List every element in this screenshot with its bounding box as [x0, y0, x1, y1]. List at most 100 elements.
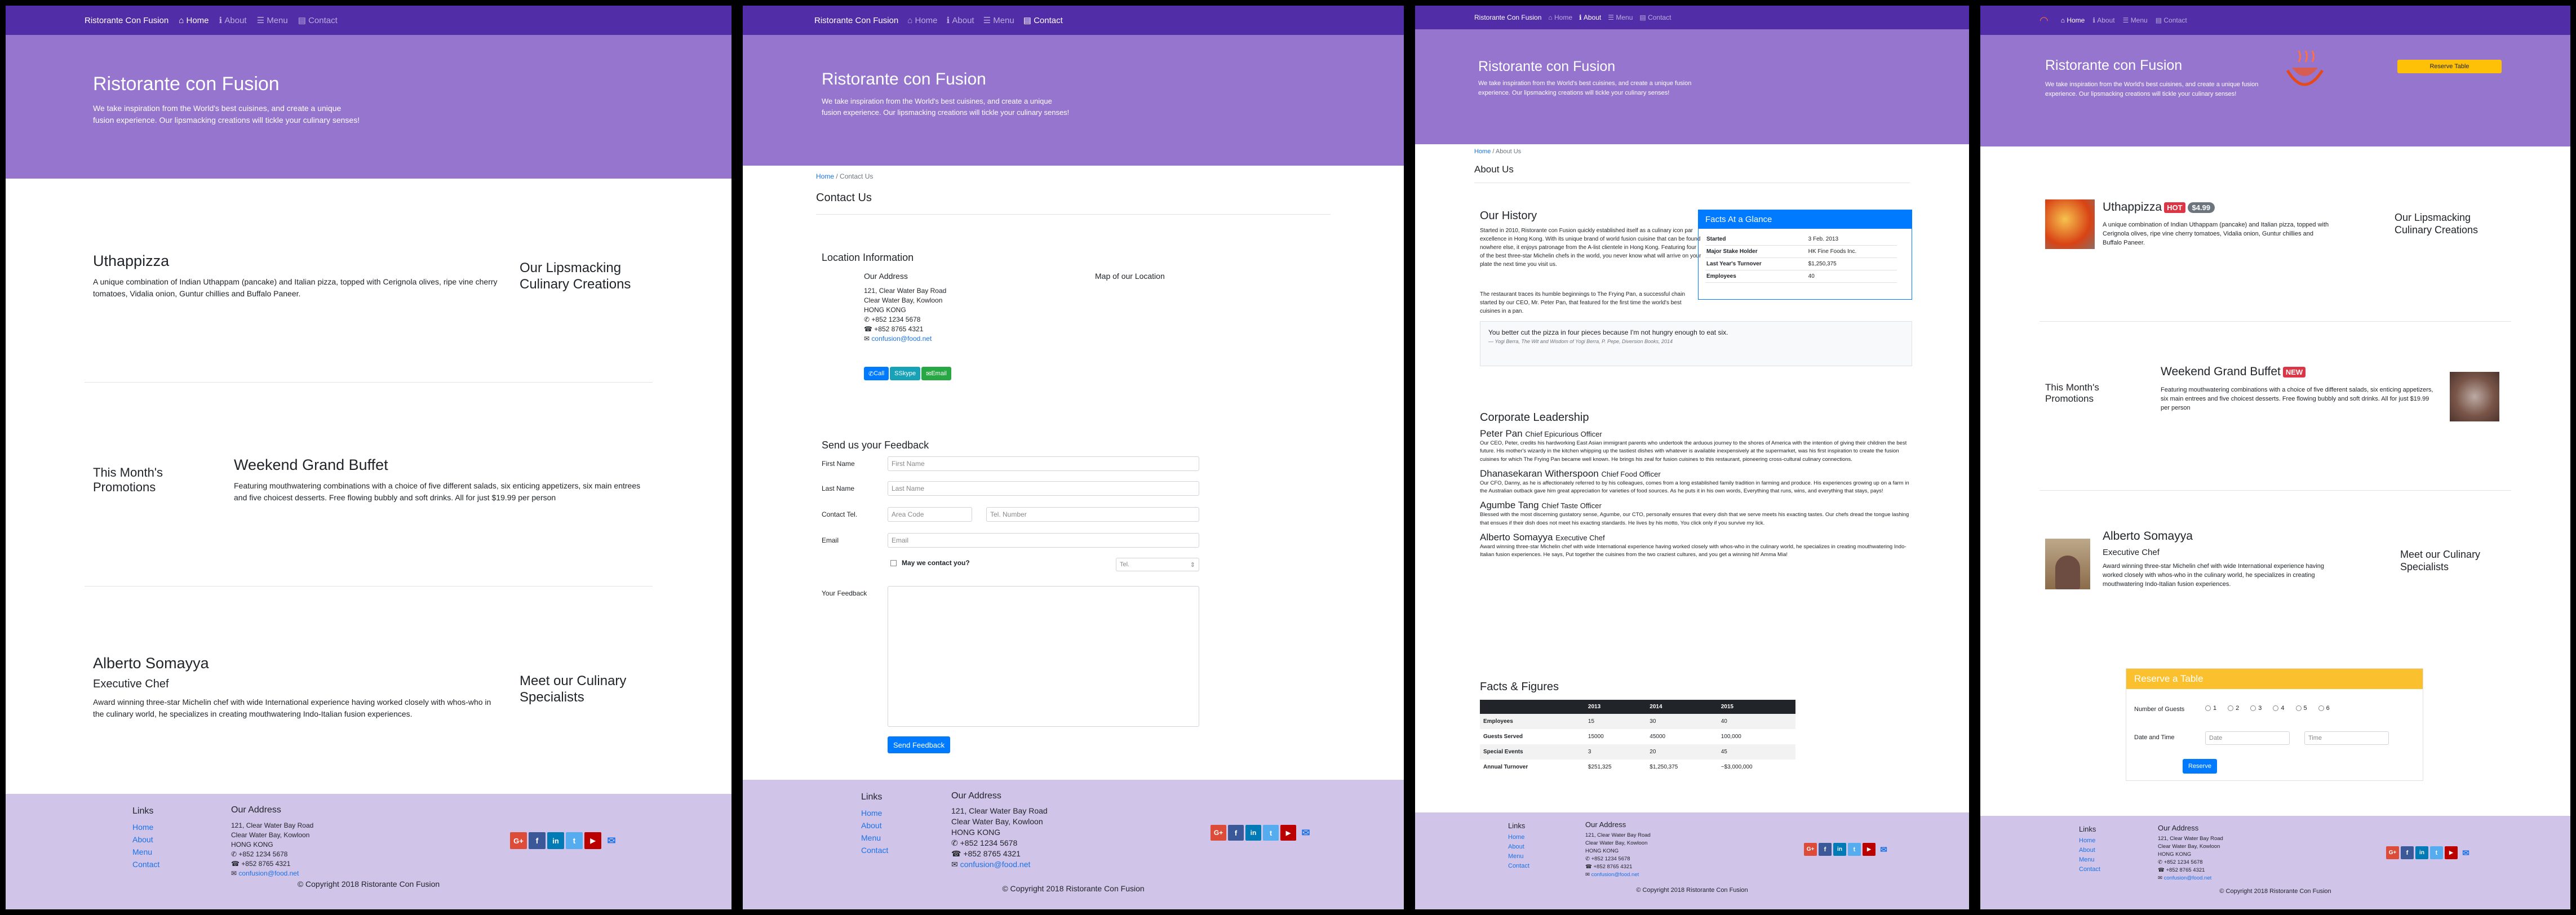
footer-link-home[interactable]: Home — [132, 821, 159, 833]
contact-method-select[interactable]: Tel. ⇕ — [1116, 558, 1199, 571]
may-contact-checkbox[interactable] — [890, 560, 897, 566]
guest-radio-option[interactable]: 1 — [2205, 705, 2216, 712]
footer-email-link[interactable]: confusion@food.net — [2164, 875, 2212, 881]
skype-button[interactable]: S Skype — [890, 367, 921, 380]
radio-circle-icon[interactable] — [2250, 705, 2256, 711]
nav-about[interactable]: ℹ About — [947, 15, 974, 26]
footer-email-link[interactable]: confusion@food.net — [238, 869, 299, 877]
breadcrumb-home[interactable]: Home — [816, 172, 834, 180]
email-button[interactable]: ✉ Email — [921, 367, 951, 380]
facebook-icon[interactable]: f — [1228, 825, 1244, 841]
guest-radio-option[interactable]: 6 — [2318, 705, 2330, 712]
footer-link-home[interactable]: Home — [2079, 836, 2100, 846]
mail-icon[interactable]: ✉ — [1298, 825, 1314, 841]
guest-radio-option[interactable]: 3 — [2250, 705, 2262, 712]
logo-icon[interactable]: ◠ — [2039, 15, 2049, 26]
youtube-icon[interactable]: ▶ — [1863, 843, 1876, 856]
nav-home[interactable]: ⌂ Home — [179, 16, 209, 25]
radio-circle-icon[interactable] — [2295, 705, 2302, 711]
footer-link-about[interactable]: About — [861, 819, 888, 832]
tel-number-input[interactable]: Tel. Number — [986, 507, 1199, 522]
radio-circle-icon[interactable] — [2205, 705, 2211, 711]
facebook-icon[interactable]: f — [2401, 846, 2414, 859]
linkedin-icon[interactable]: in — [2415, 846, 2428, 859]
last-name-input[interactable]: Last Name — [888, 481, 1199, 496]
footer-link-about[interactable]: About — [132, 833, 159, 846]
navbar-brand[interactable]: Ristorante Con Fusion — [1474, 14, 1541, 21]
guest-radio-option[interactable]: 5 — [2295, 705, 2307, 712]
reserve-table-button[interactable]: Reserve Table — [2397, 60, 2502, 73]
nav-contact[interactable]: ▤ Contact — [2156, 16, 2187, 24]
nav-menu[interactable]: ☰ Menu — [1608, 14, 1633, 21]
facts-label: Started — [1706, 236, 1726, 242]
navbar-brand[interactable]: Ristorante Con Fusion — [814, 16, 898, 25]
footer-link-menu[interactable]: Menu — [861, 832, 888, 844]
mail-icon[interactable]: ✉ — [603, 832, 620, 849]
dish-title: Uthappizza — [2103, 201, 2162, 214]
nav-about[interactable]: ℹ About — [2092, 16, 2114, 24]
jumbotron: Ristorante con Fusion We take inspiratio… — [743, 35, 1404, 166]
nav-home[interactable]: ⌂ Home — [2061, 16, 2085, 24]
footer-email-link[interactable]: confusion@food.net — [960, 860, 1031, 869]
nav-menu[interactable]: ☰ Menu — [257, 15, 288, 26]
mail-icon[interactable]: ✉ — [1877, 843, 1890, 856]
footer-link-menu[interactable]: Menu — [2079, 855, 2100, 865]
radio-circle-icon[interactable] — [2273, 705, 2279, 711]
feedback-textarea[interactable] — [888, 586, 1199, 727]
twitter-icon[interactable]: t — [1848, 843, 1861, 856]
google-plus-icon[interactable]: G+ — [1211, 825, 1226, 841]
nav-contact[interactable]: ▤ Contact — [298, 15, 338, 26]
reserve-submit-button[interactable]: Reserve — [2183, 759, 2217, 774]
linkedin-icon[interactable]: in — [1245, 825, 1261, 841]
mail-icon[interactable]: ✉ — [2459, 846, 2472, 859]
footer-links: Home About Menu Contact — [1508, 833, 1529, 871]
footer-link-home[interactable]: Home — [861, 807, 888, 819]
nav-contact[interactable]: ▤ Contact — [1639, 14, 1671, 21]
guest-radio-option[interactable]: 2 — [2228, 705, 2239, 712]
footer-email-link[interactable]: confusion@food.net — [1591, 872, 1639, 878]
youtube-icon[interactable]: ▶ — [1280, 825, 1296, 841]
nav-menu[interactable]: ☰ Menu — [2123, 16, 2148, 24]
linkedin-icon[interactable]: in — [547, 832, 564, 849]
contact-email-link[interactable]: confusion@food.net — [871, 335, 932, 343]
linkedin-icon[interactable]: in — [1833, 843, 1846, 856]
navbar-brand[interactable]: Ristorante Con Fusion — [85, 16, 169, 25]
google-plus-icon[interactable]: G+ — [510, 832, 527, 849]
footer-link-about[interactable]: About — [1508, 842, 1529, 852]
facebook-icon[interactable]: f — [529, 832, 546, 849]
footer-link-menu[interactable]: Menu — [1508, 852, 1529, 861]
nav-about[interactable]: ℹ About — [1579, 14, 1601, 21]
twitter-icon[interactable]: t — [1263, 825, 1279, 841]
youtube-icon[interactable]: ▶ — [584, 832, 601, 849]
first-name-input[interactable]: First Name — [888, 456, 1199, 471]
google-plus-icon[interactable]: G+ — [2386, 846, 2399, 859]
radio-circle-icon[interactable] — [2318, 705, 2324, 711]
radio-circle-icon[interactable] — [2228, 705, 2234, 711]
footer-link-contact[interactable]: Contact — [861, 844, 888, 856]
footer-link-contact[interactable]: Contact — [2079, 865, 2100, 874]
email-input[interactable]: Email — [888, 533, 1199, 548]
call-button[interactable]: ✆ Call — [864, 367, 889, 380]
guest-radio-option[interactable]: 4 — [2273, 705, 2285, 712]
nav-about[interactable]: ℹ About — [219, 15, 247, 26]
area-code-input[interactable]: Area Code — [888, 507, 972, 522]
footer-link-home[interactable]: Home — [1508, 833, 1529, 842]
nav-menu[interactable]: ☰ Menu — [983, 15, 1014, 26]
breadcrumb-home[interactable]: Home — [1474, 148, 1491, 155]
youtube-icon[interactable]: ▶ — [2445, 846, 2458, 859]
google-plus-icon[interactable]: G+ — [1804, 843, 1817, 856]
footer-link-contact[interactable]: Contact — [1508, 861, 1529, 871]
twitter-icon[interactable]: t — [2430, 846, 2443, 859]
nav-home[interactable]: ⌂ Home — [1548, 14, 1572, 21]
footer-link-about[interactable]: About — [2079, 846, 2100, 855]
time-input[interactable]: Time — [2304, 731, 2389, 745]
twitter-icon[interactable]: t — [566, 832, 583, 849]
dish-title: Uthappizza — [93, 252, 170, 269]
footer-link-contact[interactable]: Contact — [132, 858, 159, 870]
footer-link-menu[interactable]: Menu — [132, 846, 159, 858]
nav-home[interactable]: ⌂ Home — [907, 16, 937, 25]
facebook-icon[interactable]: f — [1819, 843, 1832, 856]
nav-contact[interactable]: ▤ Contact — [1023, 15, 1063, 26]
date-input[interactable]: Date — [2205, 731, 2290, 745]
send-feedback-button[interactable]: Send Feedback — [888, 736, 951, 753]
